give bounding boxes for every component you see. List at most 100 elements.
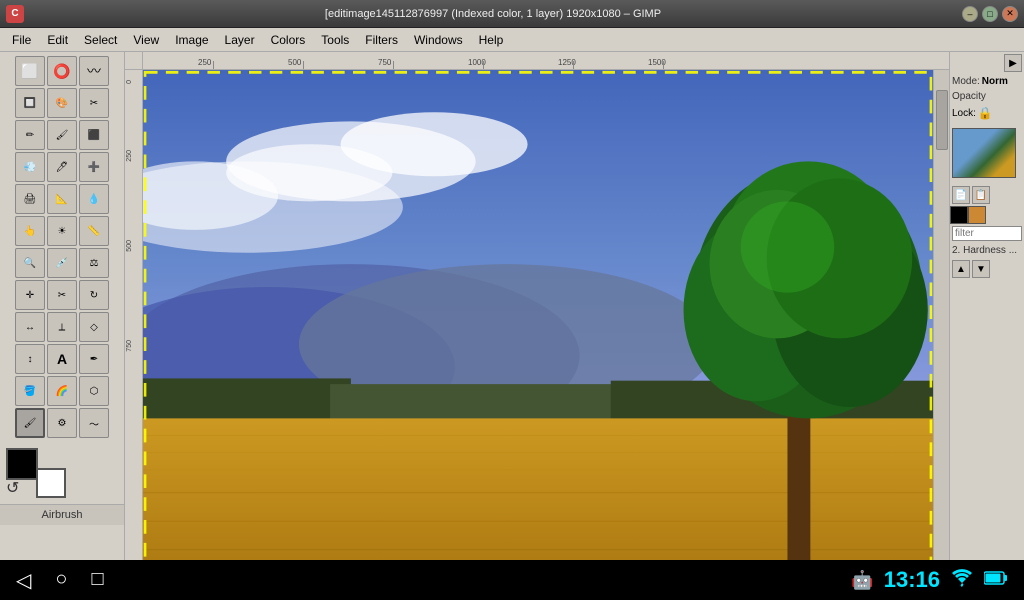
right-panel: ▶ Mode: Norm Opacity Lock: 🔒 📄 📋 xyxy=(949,52,1024,600)
tool-pencil[interactable]: ✏ xyxy=(15,120,45,150)
tool-row-7: 🔍 💉 ⚖ xyxy=(4,248,120,278)
tool-row-8: ✛ ✂ ↻ xyxy=(4,280,120,310)
tool-bucket-fill[interactable]: 🪣 xyxy=(15,376,45,406)
menu-colors[interactable]: Colors xyxy=(263,31,314,49)
ruler-mark-750: 750 xyxy=(378,58,391,67)
canvas-container[interactable]: 250 500 750 1000 1250 1500 0 250 500 750 xyxy=(125,52,949,600)
new-layer-button[interactable]: 📄 xyxy=(952,186,970,204)
tool-color-picker[interactable]: 💉 xyxy=(47,248,77,278)
layers-panel-button[interactable]: 📋 xyxy=(972,186,990,204)
tool-align[interactable]: ⚖ xyxy=(79,248,109,278)
tool-heal[interactable]: ➕ xyxy=(79,152,109,182)
tool-fuzzy-select[interactable]: 🔲 xyxy=(15,88,45,118)
toolbox-tools: ⬜ ⭕ 〰 🔲 🎨 ✂ ✏ 🖌 ⬛ 💨 🖊 ➕ xyxy=(0,52,124,442)
status-right: 🤖 13:16 xyxy=(851,567,1008,593)
background-color-swatch[interactable] xyxy=(36,468,66,498)
tool-row-5: 🖨 📐 💧 xyxy=(4,184,120,214)
ruler-vertical: 0 250 500 750 xyxy=(125,70,143,582)
main-area: ⬜ ⭕ 〰 🔲 🎨 ✂ ✏ 🖌 ⬛ 💨 🖊 ➕ xyxy=(0,52,1024,600)
hardness-entry: 2. Hardness ... xyxy=(950,243,1024,258)
tool-zoom[interactable]: 🔍 xyxy=(15,248,45,278)
opacity-row: Opacity xyxy=(950,89,1024,104)
swatch-black[interactable] xyxy=(950,206,968,224)
reset-colors-icon[interactable]: ↺ xyxy=(6,478,19,498)
tool-smudge[interactable]: 👆 xyxy=(15,216,45,246)
menu-view[interactable]: View xyxy=(125,31,167,49)
battery-icon xyxy=(984,571,1008,590)
ruler-vmark-250: 250 xyxy=(126,150,133,162)
tool-inkpen[interactable]: 🖊 xyxy=(47,152,77,182)
window-controls: – □ ✕ xyxy=(962,6,1018,22)
tool-row-3: ✏ 🖌 ⬛ xyxy=(4,120,120,150)
menu-tools[interactable]: Tools xyxy=(313,31,357,49)
ruler-mark-250: 250 xyxy=(198,58,211,67)
menu-image[interactable]: Image xyxy=(167,31,216,49)
lock-icon[interactable]: 🔒 xyxy=(978,106,993,120)
menu-filters[interactable]: Filters xyxy=(357,31,406,49)
active-tool-label: Airbrush xyxy=(0,504,124,525)
tool-perspective-clone[interactable]: 📐 xyxy=(47,184,77,214)
home-button[interactable]: ○ xyxy=(55,568,67,593)
layer-thumbnail[interactable] xyxy=(952,128,1016,178)
ruler-corner xyxy=(125,52,143,70)
tool-text[interactable]: A xyxy=(47,344,77,374)
swatch-orange[interactable] xyxy=(968,206,986,224)
tool-blur[interactable]: 💧 xyxy=(79,184,109,214)
vertical-scrollbar[interactable] xyxy=(933,70,949,584)
tool-measure[interactable]: 📏 xyxy=(79,216,109,246)
tool-color-select[interactable]: 🎨 xyxy=(47,88,77,118)
tool-row-12: 🖌 ⚙ 〜 xyxy=(4,408,120,438)
scroll-up-icon[interactable]: ▲ xyxy=(952,260,970,278)
tool-scale[interactable]: ↔ xyxy=(15,312,45,342)
image-canvas[interactable] xyxy=(143,70,933,584)
window-title: [editimage145112876997 (Indexed color, 1… xyxy=(24,8,962,20)
color-selector: ↺ xyxy=(0,442,124,504)
tool-crop[interactable]: ✂ xyxy=(47,280,77,310)
vertical-scroll-thumb[interactable] xyxy=(936,90,948,150)
close-button[interactable]: ✕ xyxy=(1002,6,1018,22)
ruler-horizontal: 250 500 750 1000 1250 1500 xyxy=(143,52,949,70)
panel-icon-1[interactable]: ▶ xyxy=(1004,54,1022,72)
tool-airbrush[interactable]: 💨 xyxy=(15,152,45,182)
menu-bar: File Edit Select View Image Layer Colors… xyxy=(0,28,1024,52)
tool-ellipse-select[interactable]: ⭕ xyxy=(47,56,77,86)
layers-buttons: 📄 📋 xyxy=(950,184,1024,206)
menu-select[interactable]: Select xyxy=(76,31,125,49)
filter-input[interactable] xyxy=(952,226,1022,241)
menu-edit[interactable]: Edit xyxy=(39,31,76,49)
opacity-label: Opacity xyxy=(952,91,986,102)
tool-scissors[interactable]: ✂ xyxy=(79,88,109,118)
menu-help[interactable]: Help xyxy=(471,31,512,49)
minimize-button[interactable]: – xyxy=(962,6,978,22)
recents-button[interactable]: □ xyxy=(91,568,103,593)
tool-rotate[interactable]: ↻ xyxy=(79,280,109,310)
tool-row-6: 👆 ☀ 📏 xyxy=(4,216,120,246)
ruler-vmark-500: 500 xyxy=(126,240,133,252)
menu-windows[interactable]: Windows xyxy=(406,31,471,49)
maximize-button[interactable]: □ xyxy=(982,6,998,22)
tool-dodge-burn[interactable]: ☀ xyxy=(47,216,77,246)
tool-blend[interactable]: 🌈 xyxy=(47,376,77,406)
scroll-down-icon[interactable]: ▼ xyxy=(972,260,990,278)
tool-paintbrush[interactable]: 🖌 xyxy=(47,120,77,150)
tool-warp[interactable]: 〜 xyxy=(79,408,109,438)
menu-layer[interactable]: Layer xyxy=(217,31,263,49)
tool-move[interactable]: ✛ xyxy=(15,280,45,310)
tool-shear[interactable]: ⟂ xyxy=(47,312,77,342)
tool-cage[interactable]: ⬡ xyxy=(79,376,109,406)
tool-free-select[interactable]: 〰 xyxy=(79,56,109,86)
tool-eraser[interactable]: ⬛ xyxy=(79,120,109,150)
back-button[interactable]: ◁ xyxy=(16,568,31,593)
android-icon: 🤖 xyxy=(851,570,873,591)
tool-airbrush-active[interactable]: 🖌 xyxy=(15,408,45,438)
menu-file[interactable]: File xyxy=(4,31,39,49)
tool-perspective[interactable]: ◇ xyxy=(79,312,109,342)
tool-flip[interactable]: ↕ xyxy=(15,344,45,374)
ruler-mark-500: 500 xyxy=(288,58,301,67)
foreground-color-swatch[interactable] xyxy=(6,448,38,480)
tool-paths[interactable]: ✒ xyxy=(79,344,109,374)
filter-row xyxy=(950,224,1024,243)
tool-script-fu[interactable]: ⚙ xyxy=(47,408,77,438)
tool-rect-select[interactable]: ⬜ xyxy=(15,56,45,86)
tool-clone[interactable]: 🖨 xyxy=(15,184,45,214)
